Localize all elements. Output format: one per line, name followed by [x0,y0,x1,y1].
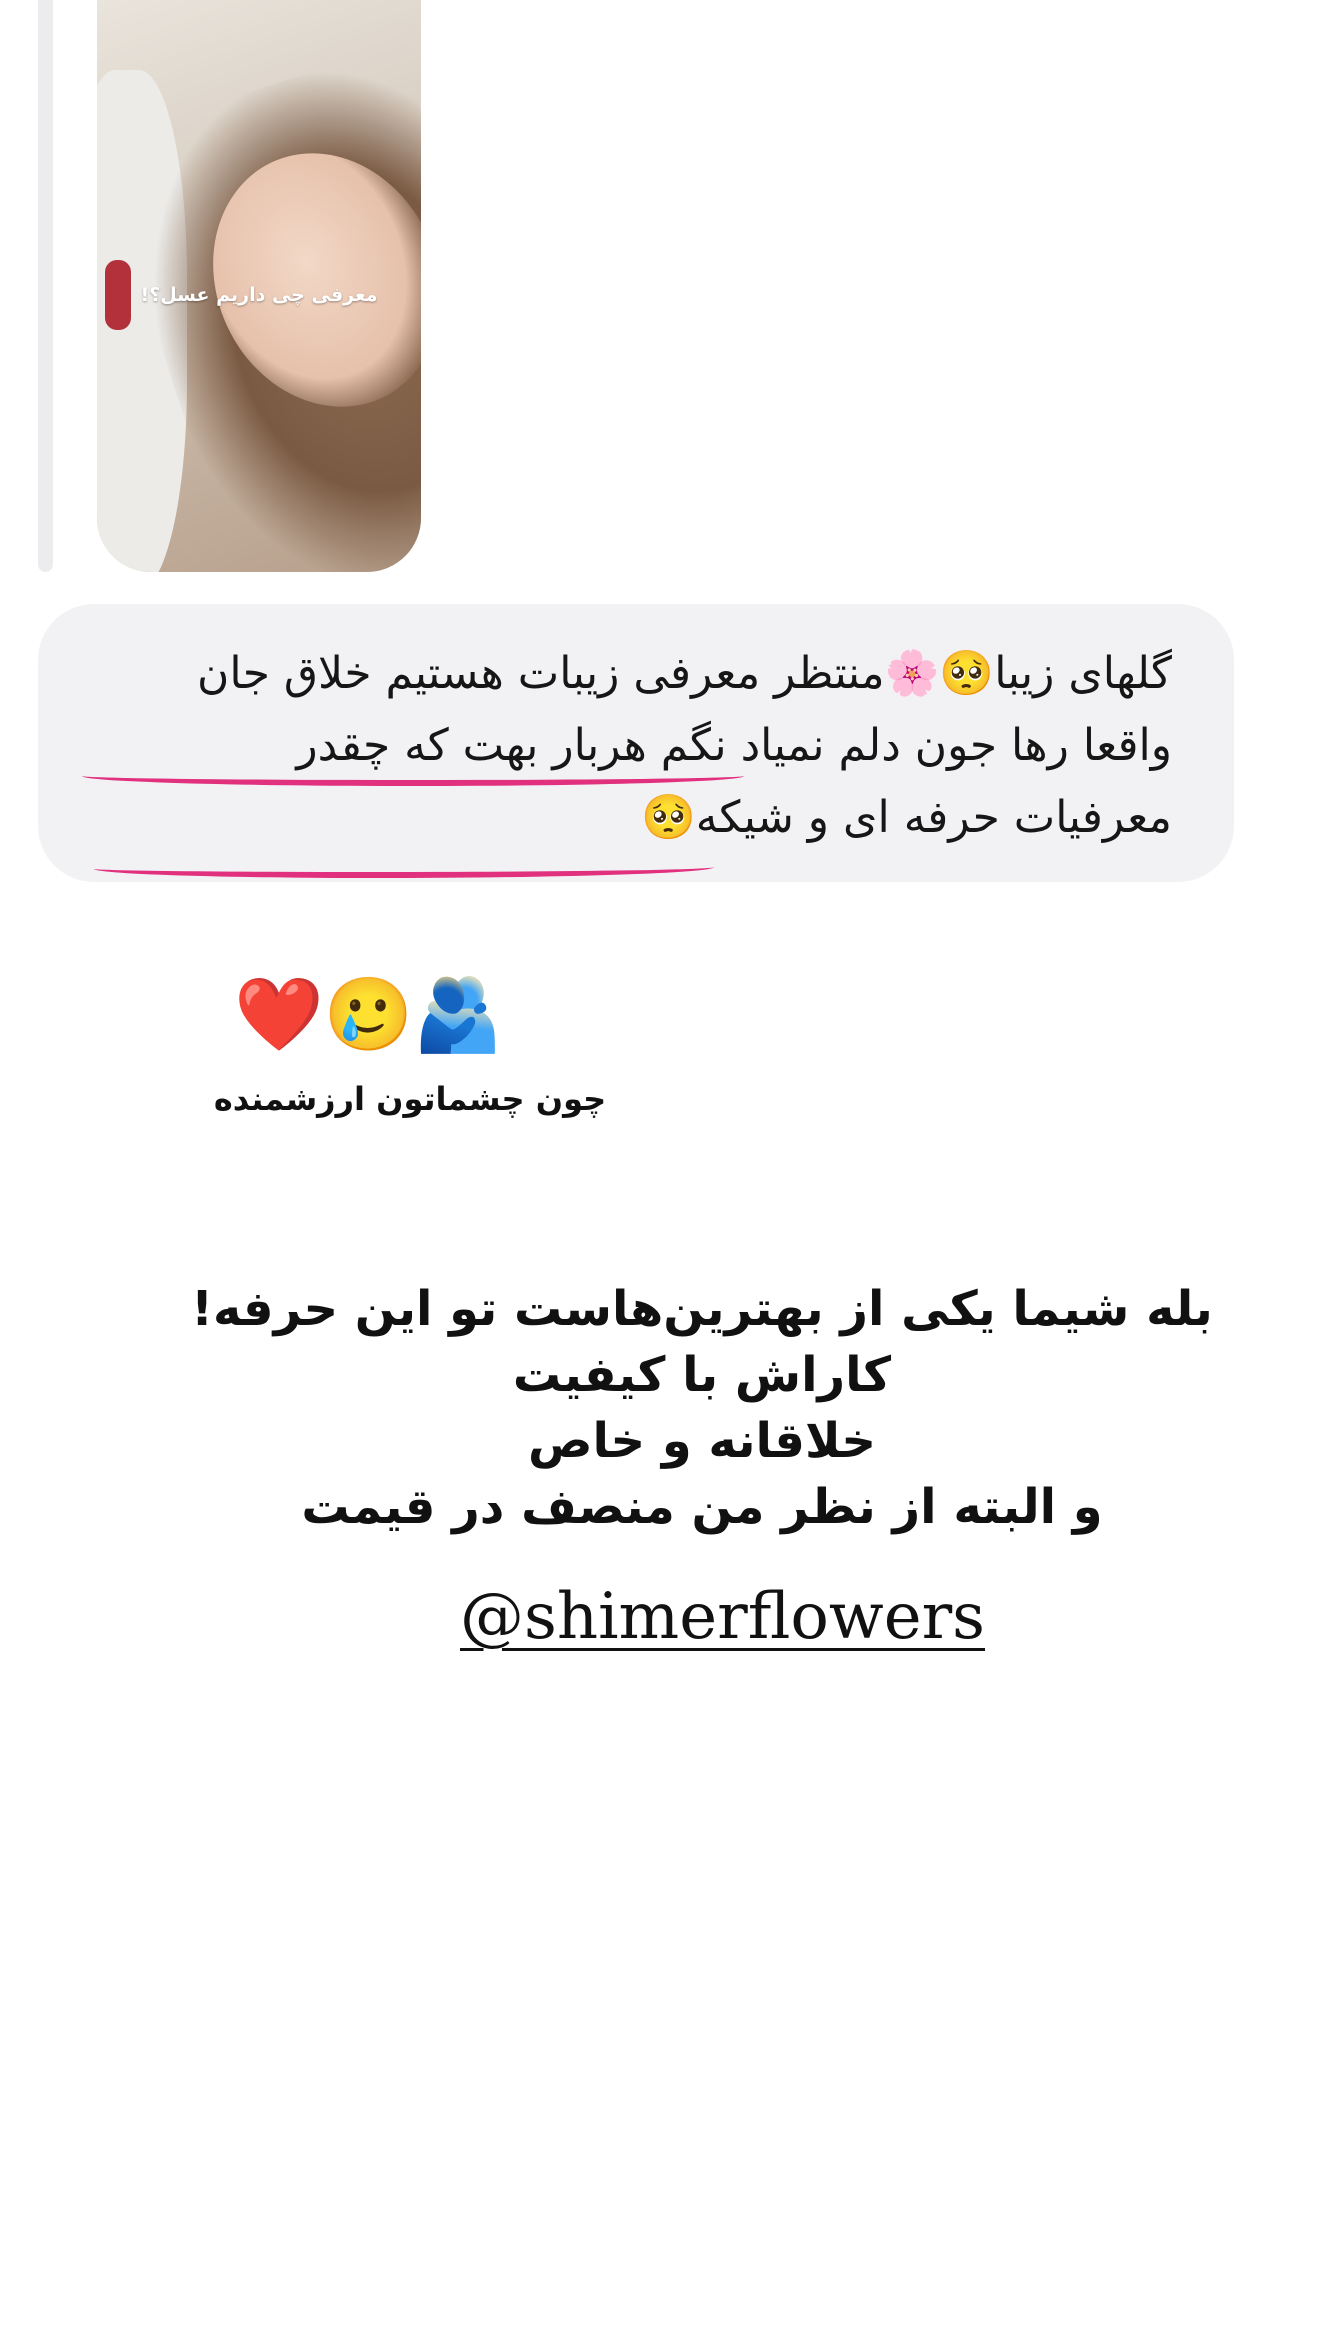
highlight-underline-1 [82,766,744,786]
story-text-line-2: کاراش با کیفیت [512,1347,892,1403]
message-bubble[interactable]: گلهای زیبا🥺🌸منتظر معرفی زیبات هستیم خلاق… [38,604,1234,882]
story-thumbnail-caption: معرفی چی داریم عسل؟! [140,284,378,306]
message-line-1: گلهای زیبا🥺🌸منتظر معرفی زیبات هستیم خلاق… [197,648,1172,699]
story-text-line-4: و البته از نظر من منصف در قیمت [301,1479,1103,1535]
mention-sticker[interactable]: @shimerflowers [460,1580,985,1654]
reply-indicator-bar [38,0,53,572]
story-text-block: بله شیما یکی از بهترین‌هاست تو این حرفه!… [120,1276,1284,1540]
message-line-3: معرفیات حرفه ای و شیکه🥺 [641,792,1172,843]
emoji-sticker: ❤️🥲🫂 [234,972,503,1056]
replied-story-thumbnail[interactable]: معرفی چی داریم عسل؟! [97,0,421,572]
story-text-line-3: خلاقانه و خاص [527,1413,877,1469]
reaction-caption: چون چشماتون ارزشمنده [213,1080,607,1118]
story-text-line-1: بله شیما یکی از بهترین‌هاست تو این حرفه! [191,1281,1213,1337]
reaction-emoji-row: ❤️🥲🫂 [234,966,503,1062]
